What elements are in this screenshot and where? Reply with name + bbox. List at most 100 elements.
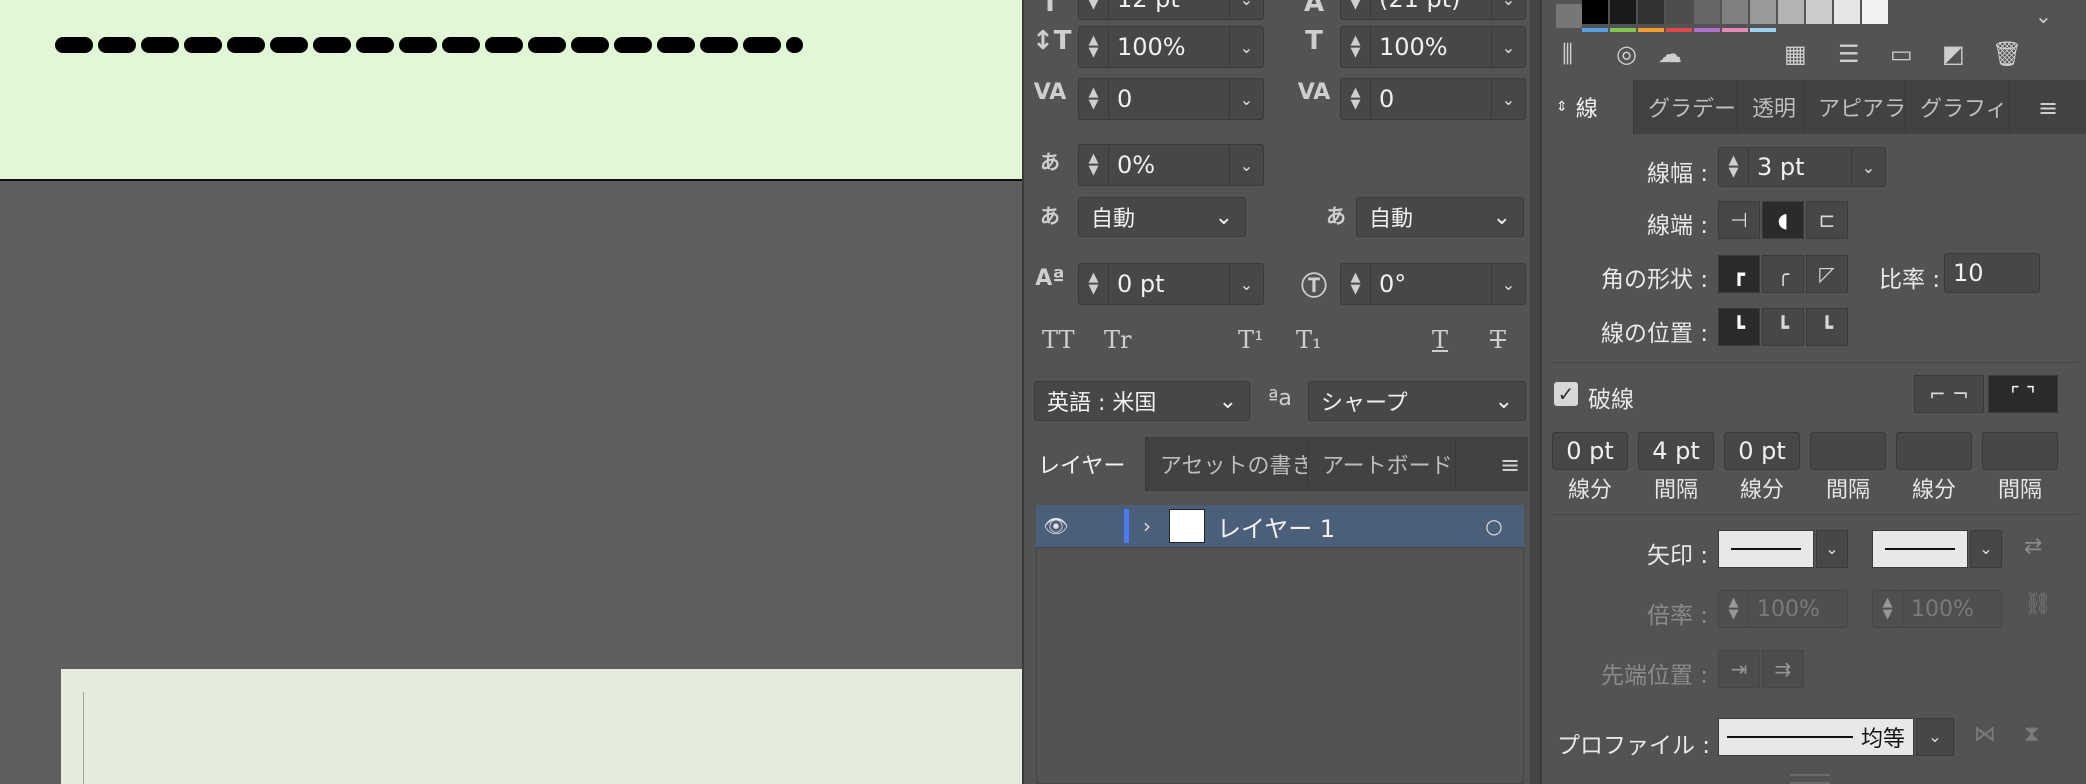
tab-asset-export[interactable]: アセットの書き — [1146, 437, 1308, 491]
dash-align-corners-button[interactable]: ⌜ ⌝ — [1988, 375, 2058, 413]
cloud-icon[interactable]: ☁ — [1658, 40, 1682, 68]
font-size-stepper[interactable]: ▲▼ — [1079, 0, 1109, 19]
tsume-field[interactable]: ▲ ▼ 0% ⌄ — [1078, 144, 1264, 186]
new-group-folder-icon[interactable]: ▭ — [1890, 40, 1913, 68]
chevron-down-icon[interactable]: ⌄ — [1851, 148, 1885, 186]
end-arrow-select[interactable] — [1872, 530, 1968, 568]
color-swatch[interactable] — [1638, 0, 1664, 24]
dash-3-field[interactable] — [1896, 432, 1972, 470]
color-swatch[interactable] — [1806, 0, 1832, 24]
align-inside-button[interactable]: ┗ — [1762, 308, 1804, 346]
horizontal-scale-field[interactable]: ▲ ▼ 100% ⌄ — [1340, 26, 1526, 68]
color-swatch[interactable] — [1722, 0, 1748, 24]
swap-arrows-icon[interactable]: ⇄ — [2024, 534, 2042, 559]
color-swatch[interactable] — [1694, 0, 1720, 24]
horizontal-scale-stepper[interactable]: ▲ ▼ — [1341, 27, 1371, 67]
tab-graphic-styles[interactable]: グラフィ — [1906, 80, 2010, 134]
dash-2-field[interactable]: 0 pt — [1724, 432, 1800, 470]
link-icon[interactable]: ⛓ — [2024, 592, 2052, 617]
miter-join-button[interactable]: ┏ — [1718, 255, 1760, 293]
tab-layers[interactable]: レイヤー — [1024, 437, 1146, 491]
leading-field[interactable]: ▲▼ (21 pt) ⌄ — [1340, 0, 1526, 20]
chevron-right-icon[interactable]: › — [1143, 514, 1169, 538]
gap-3-field[interactable] — [1982, 432, 2058, 470]
language-select[interactable]: 英語 : 米国 ⌄ — [1034, 381, 1250, 421]
leading-stepper[interactable]: ▲▼ — [1341, 0, 1371, 19]
weight-field[interactable]: ▲ ▼ 3 pt ⌄ — [1718, 147, 1886, 187]
kerning-field[interactable]: ▲ ▼ 0 ⌄ — [1078, 78, 1264, 120]
chevron-down-icon[interactable]: ⌄ — [1229, 264, 1263, 304]
all-caps-button[interactable]: TT — [1042, 326, 1074, 354]
chevron-down-icon[interactable]: ⌄ — [2035, 4, 2052, 28]
start-arrow-select[interactable] — [1718, 530, 1814, 568]
chevron-down-icon[interactable]: ⌄ — [1491, 0, 1525, 19]
list-icon[interactable]: ☰ — [1838, 40, 1860, 68]
color-swatch[interactable] — [1862, 0, 1888, 24]
chevron-down-icon[interactable]: ⌄ — [1491, 264, 1525, 304]
aki-right-select[interactable]: 自動 ⌄ — [1356, 197, 1524, 237]
color-swatch[interactable] — [1778, 0, 1804, 24]
artboard-top[interactable] — [0, 0, 1022, 181]
document-canvas[interactable] — [0, 0, 1022, 784]
eye-icon[interactable]: 👁 — [1036, 514, 1076, 538]
chevron-down-icon[interactable]: ⌄ — [1229, 79, 1263, 119]
tsume-stepper[interactable]: ▲ ▼ — [1079, 145, 1109, 185]
chevron-down-icon[interactable]: ⌄ — [1491, 79, 1525, 119]
color-swatch[interactable] — [1582, 0, 1608, 24]
tab-artboards[interactable]: アートボード — [1308, 437, 1456, 491]
tab-transparency[interactable]: 透明 — [1738, 80, 1804, 134]
flip-horizontal-icon[interactable]: ⋈ — [1974, 722, 1996, 747]
target-circle-icon[interactable]: ○ — [1464, 514, 1524, 538]
dashed-stroke-path[interactable] — [55, 37, 805, 53]
tab-gradient[interactable]: グラデー — [1634, 80, 1738, 134]
chevron-down-icon[interactable]: ⌄ — [1229, 0, 1263, 19]
grid-view-icon[interactable]: ▦ — [1784, 40, 1807, 68]
underline-button[interactable]: T — [1432, 326, 1448, 354]
panel-divider[interactable] — [1530, 0, 1540, 784]
library-icon[interactable]: ⫼ — [1562, 40, 1573, 68]
chevron-down-icon[interactable]: ⌄ — [1916, 718, 1954, 756]
artboard-bottom[interactable] — [61, 669, 1022, 784]
layer-row[interactable]: 👁 › レイヤー 1 ○ — [1036, 505, 1524, 547]
color-swatch[interactable] — [1666, 0, 1692, 24]
align-center-button[interactable]: ┗ — [1718, 308, 1760, 346]
tracking-stepper[interactable]: ▲ ▼ — [1341, 79, 1371, 119]
bevel-join-button[interactable]: ◸ — [1806, 255, 1848, 293]
font-size-field[interactable]: ▲▼ 12 pt ⌄ — [1078, 0, 1264, 20]
vertical-scale-stepper[interactable]: ▲ ▼ — [1079, 27, 1109, 67]
start-scale-stepper[interactable]: ▲ ▼ — [1719, 591, 1749, 627]
chevron-down-icon[interactable]: ⌄ — [1816, 530, 1848, 568]
chevron-down-icon[interactable]: ⌄ — [1229, 145, 1263, 185]
superscript-button[interactable]: T¹ — [1238, 326, 1264, 354]
color-swatch[interactable] — [1834, 0, 1860, 24]
dash-preserve-button[interactable]: ⌐ ¬ — [1914, 375, 1984, 413]
limit-field[interactable]: 10 — [1944, 253, 2040, 293]
gap-1-field[interactable]: 4 pt — [1638, 432, 1714, 470]
butt-cap-button[interactable]: ⊣ — [1718, 201, 1760, 239]
stroke-menu-icon[interactable]: ≡ — [2038, 94, 2058, 122]
profile-select[interactable]: 均等 — [1718, 718, 1914, 756]
tip-extend-button[interactable]: ⇥ — [1718, 650, 1760, 688]
baseline-shift-field[interactable]: ▲ ▼ 0 pt ⌄ — [1078, 263, 1264, 305]
round-cap-button[interactable]: ◖ — [1762, 201, 1804, 239]
tab-appearance[interactable]: アピアラ — [1804, 80, 1906, 134]
align-outside-button[interactable]: ┗ — [1806, 308, 1848, 346]
gap-2-field[interactable] — [1810, 432, 1886, 470]
weight-stepper[interactable]: ▲ ▼ — [1719, 148, 1749, 186]
rotation-field[interactable]: ▲ ▼ 0° ⌄ — [1340, 263, 1526, 305]
kerning-stepper[interactable]: ▲ ▼ — [1079, 79, 1109, 119]
strikethrough-button[interactable]: T — [1490, 326, 1506, 354]
tracking-field[interactable]: ▲ ▼ 0 ⌄ — [1340, 78, 1526, 120]
dashed-checkbox[interactable]: ✓ — [1554, 382, 1578, 406]
chevron-down-icon[interactable]: ⌄ — [1970, 530, 2002, 568]
round-join-button[interactable]: ╭ — [1762, 255, 1804, 293]
end-scale-field[interactable]: ▲ ▼ 100% — [1872, 590, 2002, 628]
end-scale-stepper[interactable]: ▲ ▼ — [1873, 591, 1903, 627]
new-swatch-icon[interactable]: ◩ — [1942, 40, 1965, 68]
baseline-shift-stepper[interactable]: ▲ ▼ — [1079, 264, 1109, 304]
tab-stroke[interactable]: ⇕ 線 — [1542, 80, 1634, 134]
tip-place-button[interactable]: ⇉ — [1762, 650, 1804, 688]
rotation-stepper[interactable]: ▲ ▼ — [1341, 264, 1371, 304]
vertical-scale-field[interactable]: ▲ ▼ 100% ⌄ — [1078, 26, 1264, 68]
color-swatch[interactable] — [1750, 0, 1776, 24]
